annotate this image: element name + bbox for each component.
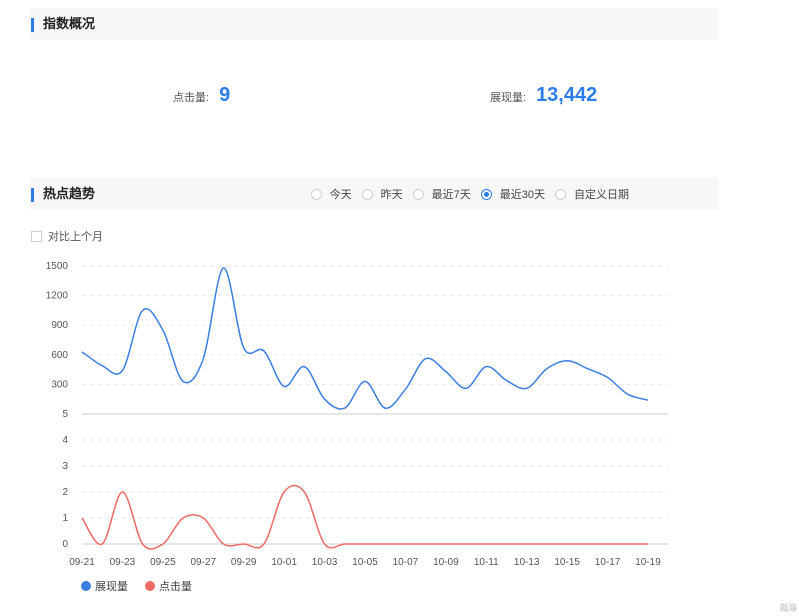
x-tick-label: 10-09 xyxy=(433,557,459,568)
range-option-last-7-days[interactable]: 最近7天 xyxy=(412,186,471,202)
radio-icon xyxy=(412,188,424,200)
y-tick-label: 5 xyxy=(62,409,68,420)
x-tick-label: 09-21 xyxy=(69,557,95,568)
x-tick-label: 09-29 xyxy=(231,557,257,568)
compare-label: 对比上个月 xyxy=(48,231,103,243)
y-tick-label: 4 xyxy=(62,435,68,446)
trend-title: 热点趋势 xyxy=(43,186,96,201)
legend-label: 展现量 xyxy=(95,580,128,593)
checkbox-icon xyxy=(31,230,42,242)
y-tick-label: 1500 xyxy=(46,261,69,272)
section-accent-bar xyxy=(31,18,34,32)
y-tick-label: 0 xyxy=(62,539,68,550)
impressions-series-line xyxy=(81,267,649,410)
clicks-label: 点击量: xyxy=(173,92,210,104)
range-option-label: 自定义日期 xyxy=(574,189,629,201)
x-tick-label: 10-19 xyxy=(635,557,661,568)
clicks-value: 9 xyxy=(219,84,231,106)
date-range-selector: 今天 昨天 最近7天 最近30天 自定义日期 xyxy=(301,178,629,210)
x-tick-label: 09-23 xyxy=(110,557,136,568)
overview-header: 指数概况 xyxy=(30,8,719,40)
y-tick-label: 2 xyxy=(62,487,68,498)
section-accent-bar xyxy=(31,188,34,202)
x-tick-label: 10-13 xyxy=(514,557,540,568)
overview-title: 指数概况 xyxy=(43,16,96,31)
y-tick-label: 1 xyxy=(62,513,68,524)
radio-icon xyxy=(310,188,322,200)
clicks-series-line xyxy=(81,484,648,550)
trend-chart: 1500 1200 900 600 300 5 4 3 2 1 009-21 09-23 09-25 09… xyxy=(46,261,668,593)
y-tick-label: 1200 xyxy=(46,291,69,302)
range-option-yesterday[interactable]: 昨天 xyxy=(361,186,403,202)
legend-marker xyxy=(145,581,155,591)
clicks-metric: 点击量: 9 xyxy=(173,84,230,107)
x-tick-label: 10-01 xyxy=(271,557,297,568)
range-option-custom-date[interactable]: 自定义日期 xyxy=(555,186,629,202)
x-tick-label: 10-15 xyxy=(554,557,580,568)
x-tick-label: 10-11 xyxy=(474,557,499,568)
impressions-metric: 展现量: 13,442 xyxy=(490,84,597,107)
range-option-label: 今天 xyxy=(329,189,352,201)
radio-icon xyxy=(361,188,373,200)
x-tick-label: 10-05 xyxy=(352,557,378,568)
corner-watermark: 瀚海 xyxy=(778,603,797,613)
radio-icon xyxy=(555,188,566,200)
legend-marker xyxy=(81,581,91,591)
y-tick-label: 300 xyxy=(51,379,68,390)
x-tick-label: 09-25 xyxy=(150,557,176,568)
range-option-label: 最近7天 xyxy=(431,189,471,201)
x-tick-label: 10-07 xyxy=(393,557,419,568)
range-option-today[interactable]: 今天 xyxy=(310,186,352,202)
impressions-label: 展现量: xyxy=(490,92,527,104)
range-option-label: 最近30天 xyxy=(499,189,545,201)
y-tick-label: 3 xyxy=(62,461,68,472)
y-tick-label: 900 xyxy=(51,320,68,331)
radio-selected-icon xyxy=(480,188,492,200)
x-tick-label: 10-17 xyxy=(595,557,621,568)
x-tick-label: 09-27 xyxy=(190,557,216,568)
legend-label: 点击量 xyxy=(159,580,192,593)
range-option-label: 昨天 xyxy=(380,189,403,201)
compare-last-month-toggle[interactable]: 对比上个月 xyxy=(31,228,103,244)
trend-header: 热点趋势 今天 昨天 最近7天 最近30天 自定义日期 xyxy=(30,178,719,210)
range-option-last-30-days[interactable]: 最近30天 xyxy=(480,186,545,202)
y-tick-label: 600 xyxy=(51,350,68,361)
impressions-value: 13,442 xyxy=(536,84,598,106)
x-tick-label: 10-03 xyxy=(312,557,338,568)
